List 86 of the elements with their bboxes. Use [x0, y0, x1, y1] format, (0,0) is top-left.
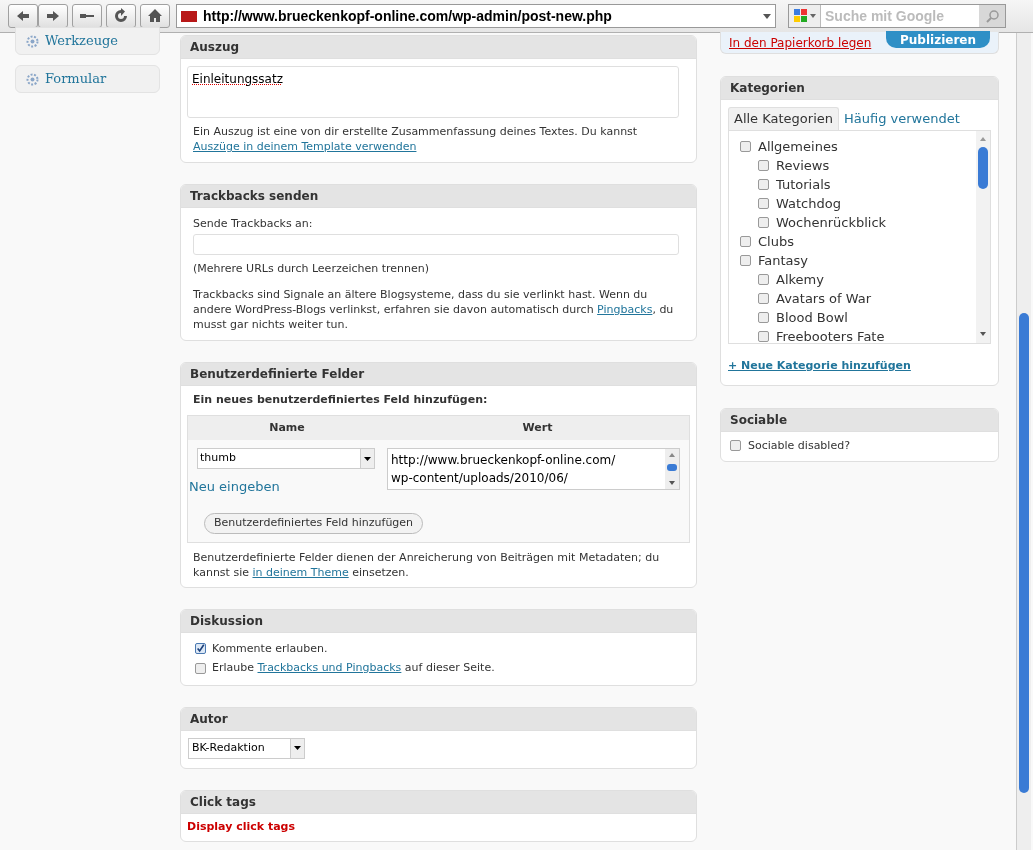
option-label: Kommente erlauben.	[212, 640, 328, 657]
checkbox[interactable]	[758, 198, 769, 209]
reload-button[interactable]	[106, 4, 136, 28]
gear-icon	[26, 72, 39, 86]
help-text: Ein Auszug ist eine von dir erstellte Zusammenfassung deines Textes. Du kannst	[192, 124, 639, 139]
panel-title: Sociable	[730, 411, 788, 429]
category-tab[interactable]: Alle Kategorien	[728, 107, 839, 130]
dropdown-arrow-icon	[364, 456, 371, 461]
sidebar-item[interactable]: Formular	[15, 65, 160, 93]
checkbox[interactable]	[195, 643, 206, 655]
checkbox[interactable]	[758, 293, 769, 304]
option-label: Erlaube Trackbacks und Pingbacks auf dieser Seite.	[212, 660, 495, 676]
help-text: Benutzerdefinierte Felder dienen der Anreicherung von Beiträgen mit Metadaten; du kannst sie in deinem Theme einsetzen.	[192, 549, 661, 580]
panel-title: Auszug	[190, 39, 240, 56]
section-subtitle: Ein neues benutzerdefiniertes Feld hinzufügen:	[192, 391, 489, 408]
forward-button[interactable]	[38, 4, 68, 28]
checkbox[interactable]	[758, 160, 769, 171]
category-label: Reviews	[776, 156, 830, 175]
category-label: Avatars of War	[776, 289, 872, 308]
category-label: Allgemeines	[758, 137, 838, 156]
panel-title: Diskussion	[190, 612, 263, 630]
category-label: Wochenrückblick	[776, 213, 887, 232]
description-text: Trackbacks sind Signale an ältere Blogsysteme, dass du sie verlinkt hast. Wenn du andere WordPress-Blogs verlinkst, erfahren sie davon automatisch durch Pingbacks, du musst gar nichts weiter tun.	[193, 286, 675, 332]
checkbox[interactable]	[758, 331, 769, 342]
panel-title: Click tags	[190, 793, 256, 811]
category-label: Alkemy	[776, 270, 824, 289]
checkbox[interactable]	[758, 217, 769, 228]
panel-title: Autor	[190, 710, 228, 728]
category-label: Tutorials	[776, 175, 831, 194]
option-label: Sociable disabled?	[748, 437, 850, 454]
excerpt-textarea[interactable]: Einleitungssatz	[187, 66, 679, 118]
checkbox[interactable]	[758, 179, 769, 190]
template-link[interactable]: Auszüge in deinem Template verwenden	[187, 140, 423, 153]
field-label: Sende Trackbacks an:	[193, 215, 314, 232]
scrollbar-drawing	[665, 449, 679, 489]
checkbox[interactable]	[195, 662, 206, 674]
forward-icon	[45, 8, 61, 24]
name-select[interactable]: thumb	[197, 448, 375, 469]
home-icon	[147, 8, 163, 24]
checkbox[interactable]	[740, 141, 751, 152]
category-label: Blood Bowl	[776, 308, 848, 327]
trackback-input[interactable]	[193, 234, 679, 255]
checkbox[interactable]	[730, 440, 741, 452]
site-favicon-icon	[181, 10, 197, 22]
theme-link[interactable]: in deinem Theme	[252, 565, 349, 579]
panel-title: Benutzerdefinierte Felder	[190, 365, 365, 383]
new-entry-link[interactable]: Neu eingeben	[189, 477, 387, 497]
panel-title: Trackbacks senden	[190, 187, 319, 205]
trackbacks-link[interactable]: Trackbacks und Pingbacks	[257, 661, 402, 674]
search-icon[interactable]	[979, 5, 1005, 27]
category-label: Clubs	[758, 232, 794, 251]
dropdown-arrow-icon	[294, 746, 301, 750]
sidebar-item[interactable]: Werkzeuge	[15, 27, 160, 55]
home-button[interactable]	[140, 4, 170, 28]
back-button[interactable]	[8, 4, 38, 28]
search-field[interactable]: Suche mit Google	[788, 4, 1006, 28]
sidebar-label: Formular	[45, 70, 107, 89]
back-icon	[15, 8, 31, 24]
search-input[interactable]: Suche mit Google	[821, 5, 979, 27]
sidebar-label: Werkzeuge	[45, 32, 119, 51]
add-field-button[interactable]: Benutzerdefiniertes Feld hinzufügen	[204, 512, 424, 534]
reload-icon	[113, 8, 129, 24]
checkbox[interactable]	[740, 236, 751, 247]
panel-title: Kategorien	[730, 80, 805, 97]
category-tab[interactable]: Häufig verwendet	[839, 107, 965, 130]
publish-button[interactable]: Publizieren	[886, 31, 990, 48]
trash-link[interactable]: In den Papierkorb legen	[729, 33, 872, 52]
column-header: Wert	[521, 419, 554, 436]
key-button[interactable]	[72, 4, 102, 28]
value-textarea[interactable]: http://www.brueckenkopf-online.com/ wp-content/uploads/2010/06/	[387, 448, 680, 490]
checkbox[interactable]	[740, 255, 751, 266]
category-label: Freebooters Fate	[776, 327, 885, 343]
add-category-link[interactable]: + Neue Kategorie hinzufügen	[728, 358, 991, 375]
category-label: Fantasy	[758, 251, 809, 270]
url-text: http://www.brueckenkopf-online.com/wp-admin/post-new.php	[203, 6, 613, 26]
author-select[interactable]: BK-Redaktion	[188, 737, 305, 759]
address-bar[interactable]: http://www.brueckenkopf-online.com/wp-admin/post-new.php	[176, 4, 776, 28]
category-label: Watchdog	[776, 194, 841, 213]
checkbox[interactable]	[758, 312, 769, 323]
hint-text: (Mehrere URLs durch Leerzeichen trennen)	[193, 261, 431, 277]
check-icon	[196, 643, 205, 655]
search-engine-icon	[789, 5, 821, 27]
click-tags-link[interactable]: Display click tags	[187, 819, 295, 833]
dropdown-arrow-icon	[763, 13, 771, 19]
column-header: Name	[268, 419, 306, 436]
checkbox[interactable]	[758, 274, 769, 285]
